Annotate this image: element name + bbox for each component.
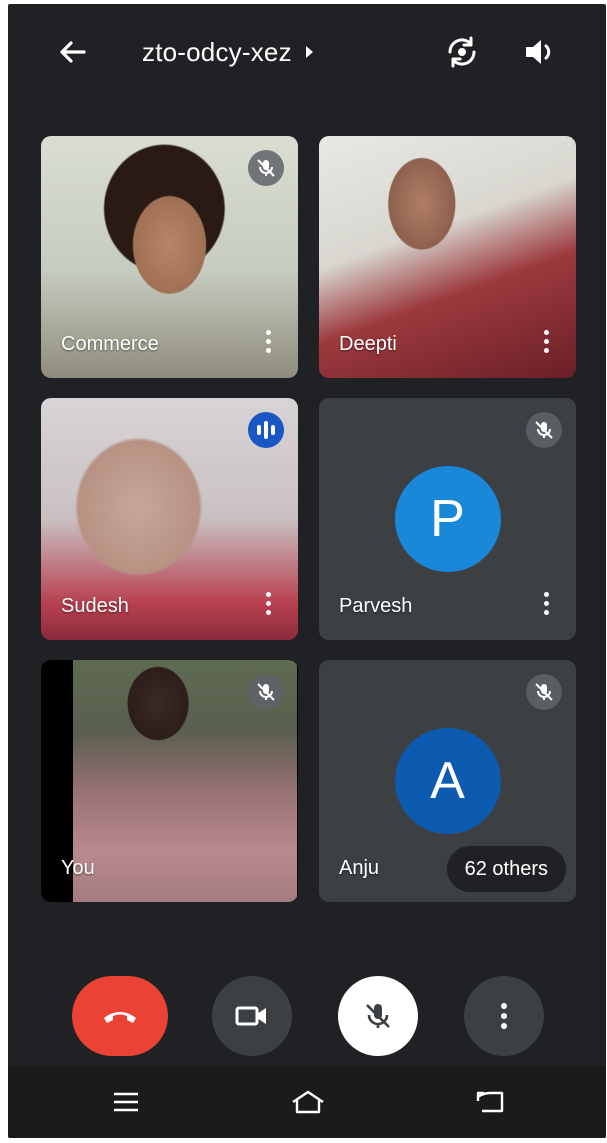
meeting-code: zto-odcy-xez [142,37,292,67]
participant-tile-deepti[interactable]: Deepti [319,136,576,378]
home-icon[interactable] [288,1084,328,1120]
more-vertical-icon[interactable] [264,330,272,356]
end-call-icon [104,1012,136,1023]
meet-call-screen: zto-odcy-xez Commerce Deepti Sudesh P Pa… [8,4,606,1138]
device-frame: zto-odcy-xez Commerce Deepti Sudesh P Pa… [0,0,607,1143]
mic-off-icon [366,1004,390,1028]
more-vertical-icon [501,1003,507,1029]
participant-tile-anju[interactable]: A Anju 62 others [319,660,576,902]
end-call-button[interactable] [72,976,168,1056]
caret-right-icon [305,46,313,58]
speaking-indicator-icon [248,412,284,448]
more-options-button[interactable] [464,976,544,1056]
camera-toggle-button[interactable] [212,976,292,1056]
mic-off-icon [526,674,562,710]
mic-off-icon [248,150,284,186]
more-vertical-icon[interactable] [542,592,550,618]
more-vertical-icon[interactable] [542,330,550,356]
more-vertical-icon[interactable] [264,592,272,618]
back-icon[interactable] [470,1084,510,1120]
mic-off-icon [248,674,284,710]
participant-name: Sudesh [61,595,129,617]
menu-icon[interactable] [106,1084,146,1120]
participant-tile-sudesh[interactable]: Sudesh [41,398,298,640]
participant-name: You [61,857,95,879]
meeting-code-button[interactable]: zto-odcy-xez [142,34,313,70]
participant-tile-parvesh[interactable]: P Parvesh [319,398,576,640]
participant-tile-commerce[interactable]: Commerce [41,136,298,378]
back-arrow-icon[interactable] [54,34,90,70]
participant-tile-you[interactable]: You [41,660,298,902]
microphone-toggle-button[interactable] [338,976,418,1056]
avatar: A [394,728,501,834]
switch-camera-icon[interactable] [442,32,482,72]
participant-name: Anju [339,857,380,879]
system-nav-bar [8,1066,606,1138]
participant-name: Deepti [339,333,397,355]
participant-name: Parvesh [339,595,413,617]
avatar-letter: P [430,490,465,548]
avatar-letter: A [430,752,465,810]
others-count: 62 others [464,857,548,880]
avatar: P [394,466,501,572]
mic-off-icon [526,412,562,448]
participant-name: Commerce [61,333,159,355]
speaker-icon[interactable] [520,32,560,72]
others-chip[interactable]: 62 others [446,846,566,892]
top-bar: zto-odcy-xez [8,4,606,104]
camera-icon [235,1006,266,1026]
